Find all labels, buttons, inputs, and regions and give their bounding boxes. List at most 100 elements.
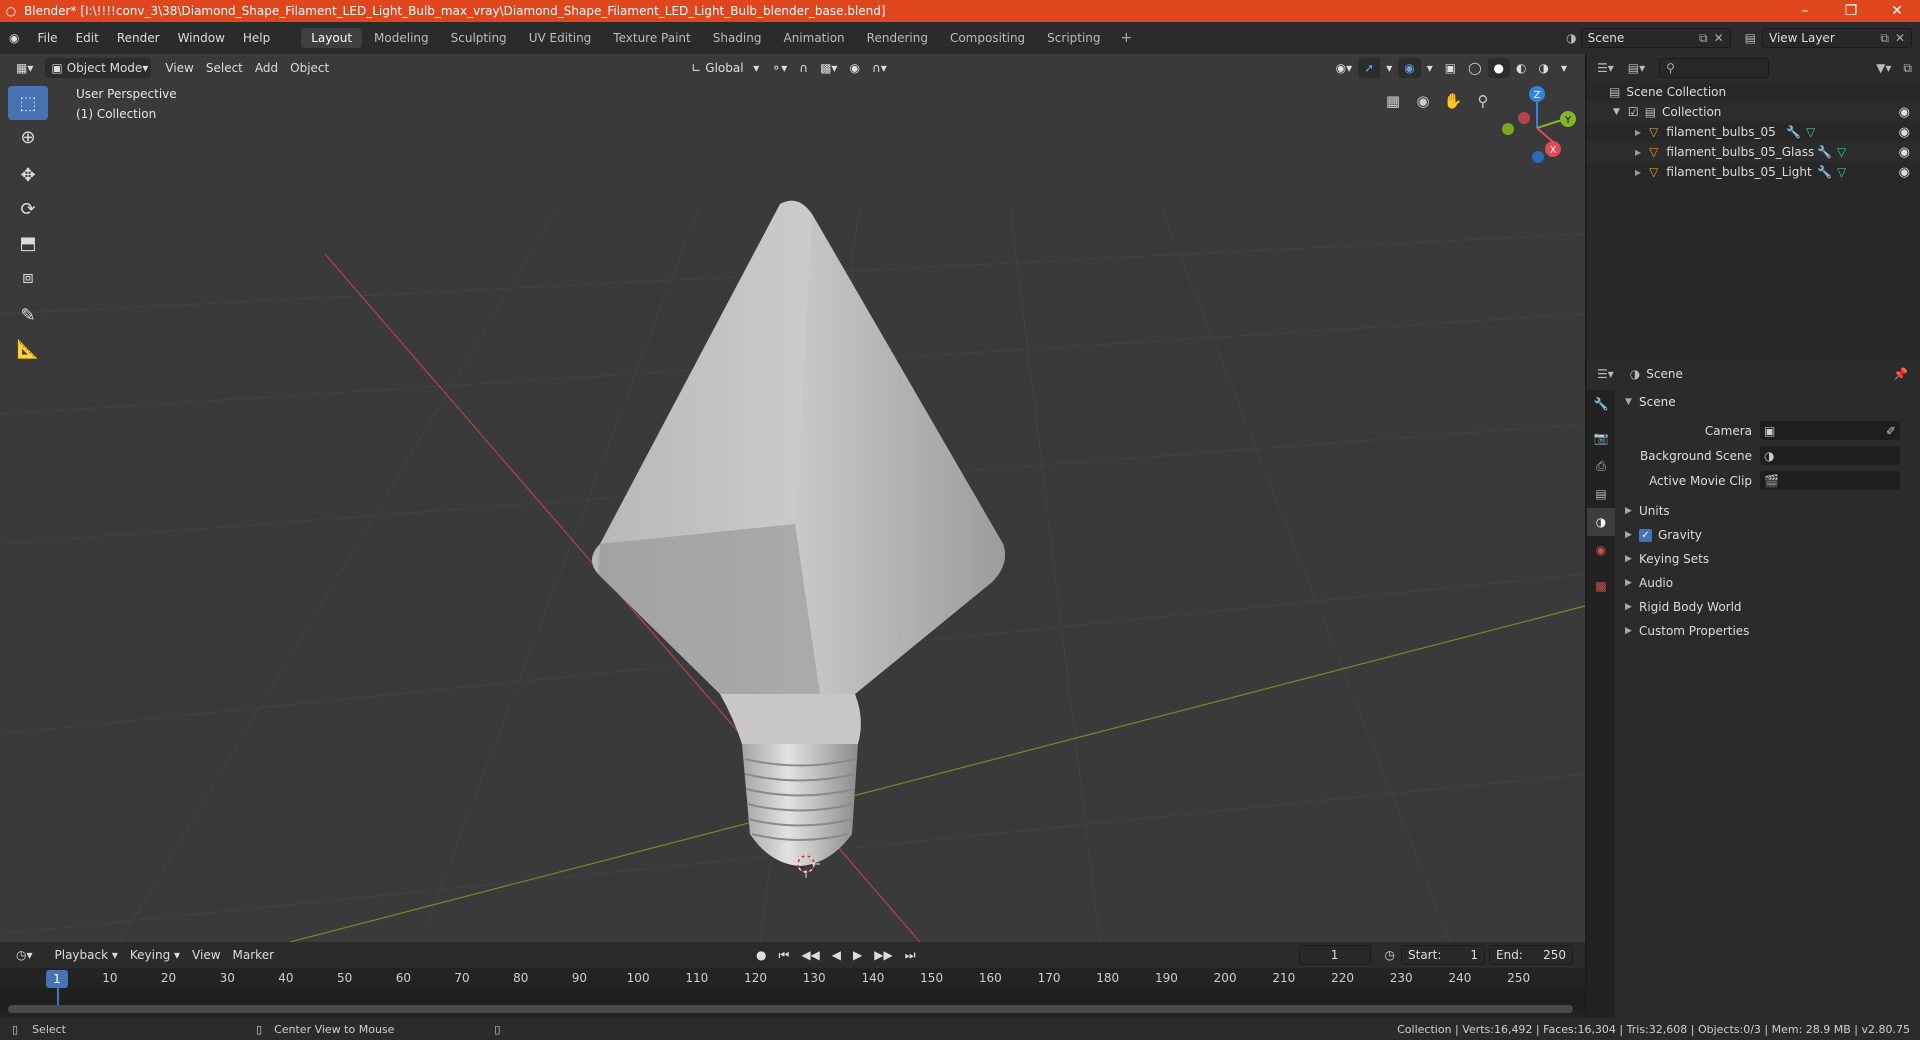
tab-animation[interactable]: Animation	[773, 28, 854, 48]
menu-view[interactable]: View	[159, 58, 199, 78]
next-keyframe-icon[interactable]: ▶▶	[868, 945, 898, 965]
overlay-toggle-icon[interactable]: ◉	[1398, 58, 1421, 78]
scene-selector-icon[interactable]: ◑	[1562, 31, 1580, 45]
tree-row-object[interactable]: ▶ ▽ filament_bulbs_05_Light 🔧 ▽ ◉	[1587, 162, 1920, 182]
rendered-shading-icon[interactable]: ◑	[1532, 58, 1554, 78]
mode-dropdown[interactable]: ▣ Object Mode ▾	[45, 58, 152, 78]
tab-shading[interactable]: Shading	[703, 28, 772, 48]
wireframe-shading-icon[interactable]: ◯	[1462, 58, 1487, 78]
tab-scripting[interactable]: Scripting	[1037, 28, 1110, 48]
subpanel-rigid-body-world[interactable]: ▶ Rigid Body World	[1615, 595, 1920, 619]
scene-panel-header[interactable]: ▼ Scene	[1615, 390, 1920, 414]
gizmo-dropdown-icon[interactable]: ▾	[1380, 58, 1398, 78]
expand-arrow-icon[interactable]: ▼	[1613, 107, 1620, 117]
falloff-icon[interactable]: ∩▾	[866, 58, 893, 78]
minimize-button[interactable]: –	[1782, 3, 1828, 19]
output-tab-icon[interactable]: ⎙	[1587, 452, 1615, 480]
collection-checkbox[interactable]: ☑	[1628, 105, 1639, 119]
material-shading-icon[interactable]: ◐	[1510, 58, 1532, 78]
modifier-wrench-icon[interactable]: 🔧	[1817, 145, 1832, 159]
scene-tab-icon[interactable]: ◑	[1587, 508, 1615, 536]
camera-field[interactable]: ▣ ✐	[1760, 421, 1900, 440]
modifier-wrench-icon[interactable]: 🔧	[1786, 125, 1801, 139]
pivot-point-icon[interactable]: ⚬▾	[765, 58, 793, 78]
eye-icon[interactable]: ◉	[1899, 125, 1910, 140]
tab-compositing[interactable]: Compositing	[940, 28, 1035, 48]
measure-tool-icon[interactable]: 📐	[8, 332, 48, 366]
menu-edit[interactable]: Edit	[67, 31, 108, 45]
prev-keyframe-icon[interactable]: ◀◀	[795, 945, 825, 965]
background-scene-field[interactable]: ◑	[1760, 446, 1900, 465]
view-layer-field[interactable]: View Layer ⧉ ✕	[1762, 28, 1912, 48]
expand-arrow-icon[interactable]: ▶	[1635, 148, 1641, 157]
menu-keying[interactable]: Keying ▾	[124, 945, 186, 965]
transform-tool-icon[interactable]: ⧈	[8, 260, 48, 294]
remove-scene-icon[interactable]: ✕	[1708, 31, 1724, 45]
tab-uv-editing[interactable]: UV Editing	[519, 28, 602, 48]
expand-arrow-icon[interactable]: ▶	[1635, 168, 1641, 177]
play-icon[interactable]: ▶	[847, 945, 868, 965]
remove-view-layer-icon[interactable]: ✕	[1889, 31, 1905, 45]
mesh-data-icon[interactable]: ▽	[1837, 165, 1846, 179]
editor-type-icon[interactable]: ▦▾	[10, 58, 39, 78]
annotate-tool-icon[interactable]: ✎	[8, 298, 48, 332]
properties-editor-type-icon[interactable]: ☰▾	[1597, 367, 1614, 381]
zoom-icon[interactable]: ⚲	[1468, 86, 1498, 116]
menu-file[interactable]: File	[28, 31, 66, 45]
view-layer-tab-icon[interactable]: ▤	[1587, 480, 1615, 508]
view-layer-selector-icon[interactable]: ▤	[1731, 31, 1762, 45]
play-reverse-icon[interactable]: ◀	[826, 945, 847, 965]
3d-viewport[interactable]: Z Y X ▦▾ ▣ Object Mode ▾ View Select Add…	[0, 54, 1585, 942]
outliner-search-input[interactable]: ⚲	[1659, 58, 1770, 78]
active-movie-clip-field[interactable]: 🎬	[1760, 471, 1900, 490]
jump-end-icon[interactable]: ⏭	[899, 945, 922, 965]
timeline-ruler[interactable]: 1 10 20 30 40 50 60 70 80 90 100 110 120 130 140 150 16…	[0, 968, 1585, 988]
timeline-scrollbar[interactable]	[8, 1005, 1573, 1013]
visibility-icon[interactable]: ◉▾	[1330, 58, 1359, 78]
texture-tab-icon[interactable]: ▩	[1587, 572, 1615, 600]
camera-view-icon[interactable]: ◉	[1408, 86, 1438, 116]
pin-icon[interactable]: 📌	[1893, 367, 1908, 381]
modifier-wrench-icon[interactable]: 🔧	[1817, 165, 1832, 179]
tree-row-collection[interactable]: ▼ ☑ ▤ Collection ◉	[1587, 102, 1920, 122]
tab-layout[interactable]: Layout	[301, 28, 363, 48]
menu-help[interactable]: Help	[234, 31, 279, 45]
current-frame-field[interactable]: 1	[1298, 945, 1371, 965]
tab-texture-paint[interactable]: Texture Paint	[603, 28, 700, 48]
snap-icon[interactable]: ∩	[793, 58, 814, 78]
tab-rendering[interactable]: Rendering	[857, 28, 938, 48]
current-frame-marker[interactable]: 1	[46, 970, 68, 988]
proportional-edit-icon[interactable]: ◉	[843, 58, 865, 78]
menu-add[interactable]: Add	[249, 58, 284, 78]
eyedropper-icon[interactable]: ✐	[1886, 424, 1896, 438]
shading-dropdown-icon[interactable]: ▾	[1555, 58, 1573, 78]
scale-tool-icon[interactable]: ⬒	[8, 226, 48, 260]
close-button[interactable]: ✕	[1874, 3, 1920, 19]
grid-view-icon[interactable]: ▦	[1378, 86, 1408, 116]
subpanel-custom-properties[interactable]: ▶ Custom Properties	[1615, 619, 1920, 643]
render-tab-icon[interactable]: 📷	[1587, 424, 1615, 452]
gizmo-toggle-icon[interactable]: ➚	[1358, 58, 1381, 78]
subpanel-keying-sets[interactable]: ▶ Keying Sets	[1615, 547, 1920, 571]
new-scene-icon[interactable]: ⧉	[1699, 31, 1708, 46]
subpanel-gravity[interactable]: ▶ ✓ Gravity	[1615, 523, 1920, 547]
tool-settings-tab-icon[interactable]: 🔧	[1587, 390, 1615, 418]
world-tab-icon[interactable]: ◉	[1587, 536, 1615, 564]
menu-playback[interactable]: Playback ▾	[49, 945, 124, 965]
expand-arrow-icon[interactable]: ▶	[1635, 128, 1641, 137]
tab-modeling[interactable]: Modeling	[364, 28, 439, 48]
transform-orientation-dropdown[interactable]: ∟ Global ▾	[685, 58, 765, 78]
display-mode-icon[interactable]: ▤▾	[1628, 61, 1645, 75]
subpanel-units[interactable]: ▶ Units	[1615, 499, 1920, 523]
menu-object[interactable]: Object	[284, 58, 335, 78]
menu-window[interactable]: Window	[169, 31, 234, 45]
rotate-tool-icon[interactable]: ⟳	[8, 192, 48, 226]
tab-sculpting[interactable]: Sculpting	[441, 28, 517, 48]
timeline-editor-type-icon[interactable]: ◷▾	[10, 945, 39, 965]
cursor-tool-icon[interactable]: ⊕	[8, 120, 48, 154]
select-box-icon[interactable]: ⬚	[8, 86, 48, 120]
blender-menu-icon[interactable]: ◉	[0, 31, 28, 45]
eye-icon[interactable]: ◉	[1899, 165, 1910, 180]
gravity-checkbox[interactable]: ✓	[1639, 528, 1652, 542]
menu-marker[interactable]: Marker	[227, 945, 280, 965]
